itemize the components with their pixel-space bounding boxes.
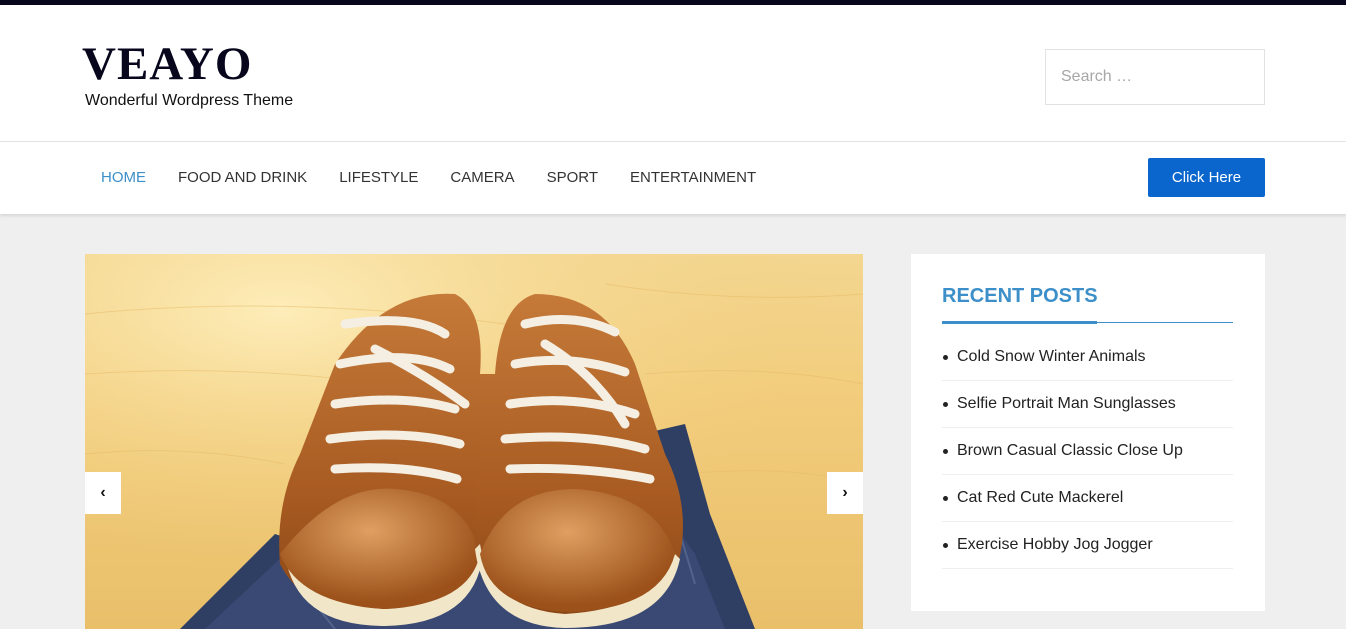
nav-item-entertainment[interactable]: ENTERTAINMENT	[614, 142, 772, 214]
nav-item-sport[interactable]: SPORT	[531, 142, 614, 214]
list-item[interactable]: Exercise Hobby Jog Jogger	[942, 522, 1233, 569]
bullet-icon	[943, 448, 948, 454]
slider-prev-button[interactable]: ‹	[85, 472, 121, 514]
search-input[interactable]	[1046, 50, 1264, 104]
bullet-icon	[943, 354, 948, 360]
bullet-icon	[943, 495, 948, 501]
widget-title: RECENT POSTS	[942, 285, 1098, 307]
nav-item-camera[interactable]: CAMERA	[434, 142, 530, 214]
chevron-left-icon: ‹	[100, 484, 106, 501]
list-item[interactable]: Cat Red Cute Mackerel	[942, 475, 1233, 522]
post-link[interactable]: Cold Snow Winter Animals	[957, 348, 1146, 366]
nav-item-lifestyle[interactable]: LIFESTYLE	[323, 142, 434, 214]
click-here-button[interactable]: Click Here	[1148, 158, 1265, 197]
featured-slider: ‹ ›	[85, 254, 863, 629]
list-item[interactable]: Cold Snow Winter Animals	[942, 334, 1233, 381]
site-title[interactable]: VEAYO	[82, 38, 252, 90]
widget-title-accent	[942, 321, 1097, 324]
bullet-icon	[943, 401, 948, 407]
post-link[interactable]: Exercise Hobby Jog Jogger	[957, 536, 1153, 554]
slider-next-button[interactable]: ›	[827, 472, 863, 514]
nav-item-home[interactable]: HOME	[85, 142, 162, 214]
post-link[interactable]: Brown Casual Classic Close Up	[957, 442, 1183, 460]
recent-posts-widget: RECENT POSTS Cold Snow Winter Animals Se…	[911, 254, 1265, 611]
main-navigation: HOME FOOD AND DRINK LIFESTYLE CAMERA SPO…	[0, 142, 1346, 214]
featured-slide-image[interactable]	[85, 254, 863, 629]
list-item[interactable]: Selfie Portrait Man Sunglasses	[942, 381, 1233, 428]
bullet-icon	[943, 542, 948, 548]
post-link[interactable]: Selfie Portrait Man Sunglasses	[957, 395, 1176, 413]
post-link[interactable]: Cat Red Cute Mackerel	[957, 489, 1123, 507]
nav-menu: HOME FOOD AND DRINK LIFESTYLE CAMERA SPO…	[85, 142, 772, 214]
chevron-right-icon: ›	[842, 484, 848, 501]
site-header: VEAYO Wonderful Wordpress Theme	[0, 5, 1346, 142]
site-tagline: Wonderful Wordpress Theme	[85, 92, 294, 109]
nav-item-food-and-drink[interactable]: FOOD AND DRINK	[162, 142, 323, 214]
list-item[interactable]: Brown Casual Classic Close Up	[942, 428, 1233, 475]
search-box	[1045, 49, 1265, 105]
recent-posts-list: Cold Snow Winter Animals Selfie Portrait…	[942, 334, 1233, 569]
